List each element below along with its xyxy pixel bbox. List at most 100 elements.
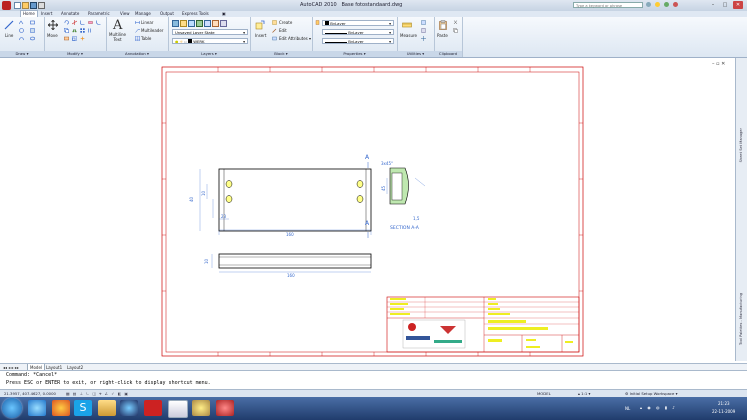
language-indicator[interactable]: NL <box>625 406 630 411</box>
multileader-icon[interactable] <box>135 28 140 33</box>
explorer-icon[interactable] <box>98 400 116 416</box>
panel-title-utilities[interactable]: Utilities ▾ <box>397 51 434 57</box>
mirror-icon[interactable] <box>72 28 77 33</box>
section-label: SECTION A-A <box>390 225 420 231</box>
annotation-scale[interactable]: ▴ 1:1 ▾ <box>578 391 590 396</box>
paste-button[interactable]: Paste <box>437 33 448 38</box>
lineweight-dropdown[interactable]: ByLayer ▾ <box>322 38 394 44</box>
workspace-switcher[interactable]: ⚙ Initial Setup Workspace ▾ <box>625 391 677 396</box>
array-icon[interactable] <box>80 28 85 33</box>
quick-select-icon[interactable] <box>421 20 426 25</box>
autocad-taskbar-icon[interactable] <box>168 400 188 418</box>
skype-icon[interactable]: S <box>74 400 92 416</box>
panel-title-draw[interactable]: Draw ▾ <box>0 51 44 57</box>
coordinate-readout[interactable]: 21.3957, 407.4627, 0.0000 <box>4 391 56 396</box>
edit-block-icon[interactable] <box>272 28 277 33</box>
erase-icon[interactable] <box>88 20 93 25</box>
panel-block: Insert Create Edit Edit Attributes ▾ Blo… <box>250 17 313 57</box>
panel-title-clipboard[interactable]: Clipboard <box>434 51 462 57</box>
app-icon[interactable] <box>216 400 234 416</box>
hatch-icon[interactable] <box>30 28 35 33</box>
move-icon[interactable] <box>48 20 58 30</box>
multileader-button[interactable]: Multileader <box>141 28 163 33</box>
offset-icon[interactable] <box>88 28 93 33</box>
line-button[interactable]: Line <box>5 33 13 38</box>
tab-home[interactable]: Home <box>20 10 38 17</box>
app-menu-icon[interactable] <box>2 1 11 10</box>
color-dropdown[interactable]: ByLayer ▾ <box>322 20 394 26</box>
rectangle-icon[interactable] <box>30 20 35 25</box>
ie-icon[interactable] <box>28 400 46 416</box>
table-icon[interactable] <box>135 36 140 41</box>
ellipse-icon[interactable] <box>30 36 35 41</box>
model-space-button[interactable]: MODEL <box>537 391 551 396</box>
arc-icon[interactable] <box>19 36 24 41</box>
maximize-button[interactable]: □ <box>720 1 730 9</box>
insert-block-icon[interactable] <box>255 20 265 30</box>
layer-state-dropdown[interactable]: Unsaved Layer State ▾ <box>172 29 248 35</box>
scale-icon[interactable] <box>72 36 77 41</box>
panel-title-modify[interactable]: Modify ▾ <box>44 51 106 57</box>
fillet-icon[interactable] <box>80 20 85 25</box>
create-block-icon[interactable] <box>272 20 277 25</box>
panel-title-block[interactable]: Block ▾ <box>250 51 312 57</box>
media-player-icon[interactable] <box>120 400 138 416</box>
insert-button[interactable]: Insert <box>255 33 266 38</box>
quick-access-toolbar[interactable] <box>14 2 54 9</box>
search-input[interactable]: Type a keyword or phrase <box>573 2 643 8</box>
measure-button[interactable]: Measure <box>400 33 417 38</box>
tray-icons[interactable]: ▴ ◉ ◍ ▮ ♪ <box>640 405 677 410</box>
firefox-icon[interactable] <box>52 400 70 416</box>
minimize-button[interactable]: – <box>708 1 718 9</box>
stretch-icon[interactable] <box>64 36 69 41</box>
circle-icon[interactable] <box>19 28 24 33</box>
explode-icon[interactable] <box>80 36 85 41</box>
id-point-icon[interactable] <box>421 36 426 41</box>
acrobat-icon[interactable] <box>144 400 162 416</box>
measure-icon[interactable] <box>402 20 412 30</box>
multiline-text-icon[interactable]: A <box>113 18 122 33</box>
rotate-icon[interactable] <box>64 20 69 25</box>
linear-dimension-button[interactable]: Linear <box>141 20 153 25</box>
copy-clip-icon[interactable] <box>453 28 458 33</box>
paste-icon[interactable] <box>438 20 448 30</box>
trim-icon[interactable] <box>72 20 77 25</box>
close-button[interactable]: ✕ <box>733 1 743 9</box>
move-button[interactable]: Move <box>47 33 58 38</box>
edit-block-button[interactable]: Edit <box>279 28 287 33</box>
layer-tool-icons[interactable] <box>172 20 248 27</box>
linetype-dropdown[interactable]: ByLayer ▾ <box>322 29 394 35</box>
drafting-toggles[interactable]: ▦ ▤ ⊥ ∟ ◫ ⌖ ∠ ✓ ◧ ▣ <box>66 391 129 396</box>
clock-time[interactable]: 21:23 <box>718 401 730 406</box>
paint-icon[interactable] <box>192 400 210 416</box>
edit-attributes-button[interactable]: Edit Attributes ▾ <box>279 36 311 41</box>
cut-icon[interactable] <box>453 20 458 25</box>
drawing-area[interactable]: – ▫ ✕ A A 160 40 10 23 3x45° 45 1,5 SECT… <box>0 58 735 361</box>
dim-bottom-height: 10 <box>204 258 209 264</box>
infocenter-icons[interactable] <box>646 2 696 8</box>
sheet-set-manager-tab[interactable]: Sheet Set Manager <box>739 128 743 162</box>
command-line[interactable]: Command: *Cancel* Press ESC or ENTER to … <box>0 370 747 389</box>
current-layer-dropdown[interactable]: ● ☼ ▫ WERK ▾ <box>172 38 248 44</box>
panel-title-layers[interactable]: Layers ▾ <box>168 51 250 57</box>
panel-title-annotation[interactable]: Annotation ▾ <box>106 51 168 57</box>
edit-attributes-icon[interactable] <box>272 36 277 41</box>
linear-dimension-icon[interactable] <box>135 20 140 25</box>
panel-title-properties[interactable]: Properties ▾ <box>312 51 397 57</box>
palette-strip[interactable]: Sheet Set Manager Tool Palettes - Manufa… <box>735 58 747 361</box>
multiline-text-button[interactable]: Multiline Text <box>109 32 126 42</box>
line-icon[interactable] <box>4 20 14 30</box>
copy-icon[interactable] <box>64 28 69 33</box>
polyline-icon[interactable] <box>19 20 24 25</box>
drawing-sheet: A A 160 40 10 23 3x45° 45 1,5 SECTION A-… <box>161 66 584 357</box>
command-history-line: Command: *Cancel* <box>6 372 58 378</box>
ribbon: Line Draw ▾ Move Modify ▾ A Multiline Tex… <box>0 17 747 58</box>
table-button[interactable]: Table <box>141 36 151 41</box>
create-block-button[interactable]: Create <box>279 20 292 25</box>
match-properties-icon[interactable] <box>315 20 320 25</box>
calculator-icon[interactable] <box>421 28 426 33</box>
tool-palettes-tab[interactable]: Tool Palettes - Manufacturing <box>739 293 743 345</box>
clock-date[interactable]: 22-11-2009 <box>712 409 735 414</box>
chamfer-icon[interactable] <box>96 20 101 25</box>
start-button[interactable] <box>2 398 22 418</box>
